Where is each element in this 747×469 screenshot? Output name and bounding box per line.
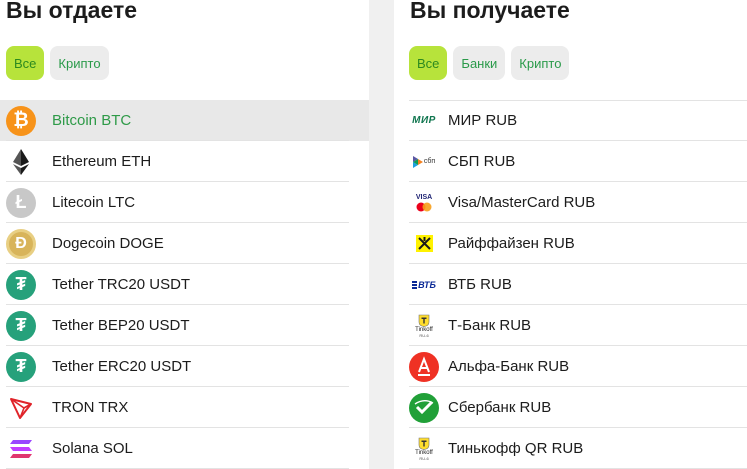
mir-icon: МИР [412,115,436,126]
get-item-t-bank[interactable]: Tinkoff RU-6 Т-Банк RUB [409,305,747,346]
give-item-litecoin[interactable]: Ł Litecoin LTC [0,182,369,223]
dogecoin-icon: Ð [6,228,36,259]
give-item-label: Solana SOL [52,440,133,457]
give-item-bitcoin[interactable]: ₿ Bitcoin BTC [0,100,369,141]
solana-icon [6,434,36,464]
get-filter-chips: Все Банки Крипто [409,46,570,80]
get-item-alfa-bank[interactable]: Альфа-Банк RUB [409,346,747,387]
give-item-ethereum[interactable]: Ethereum ETH [0,141,369,182]
give-item-tether-bep20[interactable]: ₮ Tether BEP20 USDT [0,305,369,346]
bitcoin-icon: ₿ [6,105,36,136]
get-item-tinkoff-qr[interactable]: Tinkoff RU-6 Тинькофф QR RUB [409,428,747,469]
give-item-label: Dogecoin DOGE [52,235,164,252]
get-item-label: Т-Банк RUB [448,317,532,334]
get-item-mir[interactable]: МИР МИР RUB [409,100,747,141]
get-filter-banks[interactable]: Банки [453,46,506,80]
get-item-label: Сбербанк RUB [448,399,552,416]
tron-icon [6,393,36,423]
get-title: Вы получаете [410,0,570,23]
get-item-visa-mastercard[interactable]: VISA Visa/MasterCard RUB [409,182,747,223]
tether-icon: ₮ [6,351,36,382]
give-title: Вы отдаете [6,0,138,23]
get-filter-crypto[interactable]: Крипто [511,46,570,80]
get-item-label: Альфа-Банк RUB [448,358,570,375]
get-item-sbp[interactable]: сбп СБП RUB [409,141,747,182]
give-item-label: TRON TRX [52,399,129,416]
litecoin-icon: Ł [6,187,36,218]
get-item-label: ВТБ RUB [448,276,512,293]
alfa-bank-icon [409,351,439,382]
sberbank-icon [409,392,439,423]
get-item-label: Visa/MasterCard RUB [448,194,596,211]
get-item-sberbank[interactable]: Сбербанк RUB [409,387,747,428]
give-filter-crypto[interactable]: Крипто [50,46,109,80]
give-item-label: Tether ERC20 USDT [52,358,192,375]
give-item-label: Litecoin LTC [52,194,136,211]
tether-icon: ₮ [6,310,36,341]
tinkoff-icon: Tinkoff RU-6 [409,311,439,341]
give-item-label: Tether TRC20 USDT [52,276,191,293]
give-item-tether-erc20[interactable]: ₮ Tether ERC20 USDT [0,346,369,387]
give-filter-all[interactable]: Все [6,46,45,80]
get-item-label: Тинькофф QR RUB [448,440,584,457]
tinkoff-icon: Tinkoff RU-6 [409,434,439,464]
get-item-label: Райффайзен RUB [448,235,575,252]
raiffeisen-icon [409,229,439,259]
get-item-raiffeisen[interactable]: Райффайзен RUB [409,223,747,264]
give-item-label: Bitcoin BTC [52,112,132,129]
give-item-solana[interactable]: Solana SOL [0,428,369,469]
ethereum-icon [6,147,36,177]
give-filter-chips: Все Крипто [6,46,109,80]
give-item-tron[interactable]: TRON TRX [0,387,369,428]
get-panel: Вы получаете Все Банки Крипто МИР МИР RU… [394,0,747,469]
tether-icon: ₮ [6,269,36,300]
give-item-label: Tether BEP20 USDT [52,317,190,334]
vtb-icon: ВТБ [409,270,439,300]
give-item-dogecoin[interactable]: Ð Dogecoin DOGE [0,223,369,264]
give-currency-list: ₿ Bitcoin BTC Ethereum ETH Ł Litecoin LT… [0,100,369,469]
get-filter-all[interactable]: Все [409,46,448,80]
get-currency-list: МИР МИР RUB сбп СБП RUB VISA Visa/Master… [409,100,747,469]
get-item-label: СБП RUB [448,153,516,170]
visa-mastercard-icon: VISA [409,188,439,218]
sbp-icon: сбп [409,147,439,177]
get-item-vtb[interactable]: ВТБ ВТБ RUB [409,264,747,305]
give-item-tether-trc20[interactable]: ₮ Tether TRC20 USDT [0,264,369,305]
give-item-label: Ethereum ETH [52,153,152,170]
give-panel: Вы отдаете Все Крипто ₿ Bitcoin BTC Ethe… [0,0,369,469]
get-item-label: МИР RUB [448,112,518,129]
